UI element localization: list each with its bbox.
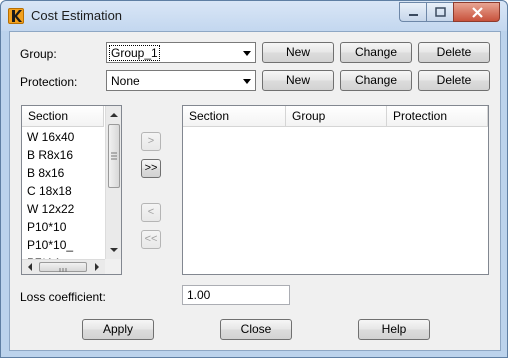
group-delete-button[interactable]: Delete	[418, 42, 490, 63]
chevron-down-icon	[243, 79, 251, 84]
dialog-body: Group: Group_1 New Change Delete Protect…	[9, 31, 501, 351]
maximize-icon	[435, 7, 446, 17]
apply-button[interactable]: Apply	[82, 319, 154, 340]
sections-listbox[interactable]: Section W 16x40 B R8x16 B 8x16 C 18x18 W 12x…	[21, 105, 122, 275]
group-new-button[interactable]: New	[262, 42, 334, 63]
title-bar[interactable]: Cost Estimation	[1, 1, 507, 31]
protection-combobox-value: None	[111, 74, 140, 88]
group-label: Group:	[20, 47, 57, 61]
scroll-up-icon[interactable]	[106, 108, 122, 122]
remove-all-sections-button[interactable]: <<	[141, 230, 161, 249]
protection-combobox[interactable]: None	[106, 70, 256, 91]
list-item[interactable]: P10*10_	[27, 236, 73, 254]
protection-new-button[interactable]: New	[262, 70, 334, 91]
protection-delete-button[interactable]: Delete	[418, 70, 490, 91]
assignments-table[interactable]: Section Group Protection	[182, 105, 489, 275]
close-icon	[472, 7, 483, 18]
sections-header[interactable]: Section	[22, 106, 104, 127]
scroll-right-icon[interactable]	[90, 260, 104, 274]
maximize-button[interactable]	[426, 2, 453, 22]
list-item[interactable]: B R8x16	[27, 146, 73, 164]
protection-change-button[interactable]: Change	[340, 70, 412, 91]
minimize-button[interactable]	[399, 2, 426, 22]
list-item[interactable]: W 16x40	[27, 128, 74, 146]
close-button[interactable]: Close	[220, 319, 292, 340]
sections-horizontal-scrollbar[interactable]	[22, 259, 105, 274]
group-combobox-value: Group_1	[109, 45, 160, 61]
grip-icon	[59, 268, 67, 272]
list-item[interactable]: W 12x22	[27, 200, 74, 218]
help-button[interactable]: Help	[358, 319, 430, 340]
list-item[interactable]: P10*10	[27, 218, 66, 236]
add-section-button[interactable]: >	[141, 132, 161, 151]
scroll-left-icon[interactable]	[23, 260, 37, 274]
column-header-section[interactable]: Section	[183, 106, 286, 127]
sections-list-viewport: W 16x40 B R8x16 B 8x16 C 18x18 W 12x22 P10*10…	[22, 127, 105, 259]
app-logo-icon	[8, 8, 24, 24]
sections-horizontal-scroll-thumb[interactable]	[39, 262, 87, 272]
column-header-group[interactable]: Group	[286, 106, 387, 127]
list-item[interactable]: B 8x16	[27, 164, 64, 182]
minimize-icon	[409, 14, 418, 16]
sections-vertical-scroll-thumb[interactable]	[108, 124, 120, 188]
add-all-sections-button[interactable]: >>	[141, 159, 161, 178]
protection-label: Protection:	[20, 75, 78, 89]
grip-icon	[111, 152, 117, 160]
list-item[interactable]: C 18x18	[27, 182, 72, 200]
group-change-button[interactable]: Change	[340, 42, 412, 63]
loss-coefficient-label: Loss coefficient:	[20, 290, 106, 304]
loss-coefficient-input[interactable]: 1.00	[182, 285, 290, 305]
group-combobox[interactable]: Group_1	[106, 42, 256, 63]
remove-section-button[interactable]: <	[141, 203, 161, 222]
scrollbar-corner	[105, 259, 121, 274]
window-title: Cost Estimation	[31, 8, 123, 23]
column-header-protection[interactable]: Protection	[387, 106, 488, 127]
close-window-button[interactable]	[453, 2, 500, 22]
sections-vertical-scrollbar[interactable]	[105, 106, 121, 259]
cost-estimation-window: Cost Estimation Group: Group_1 New Chang…	[0, 0, 508, 358]
chevron-down-icon	[243, 51, 251, 56]
scroll-down-icon[interactable]	[106, 243, 122, 257]
